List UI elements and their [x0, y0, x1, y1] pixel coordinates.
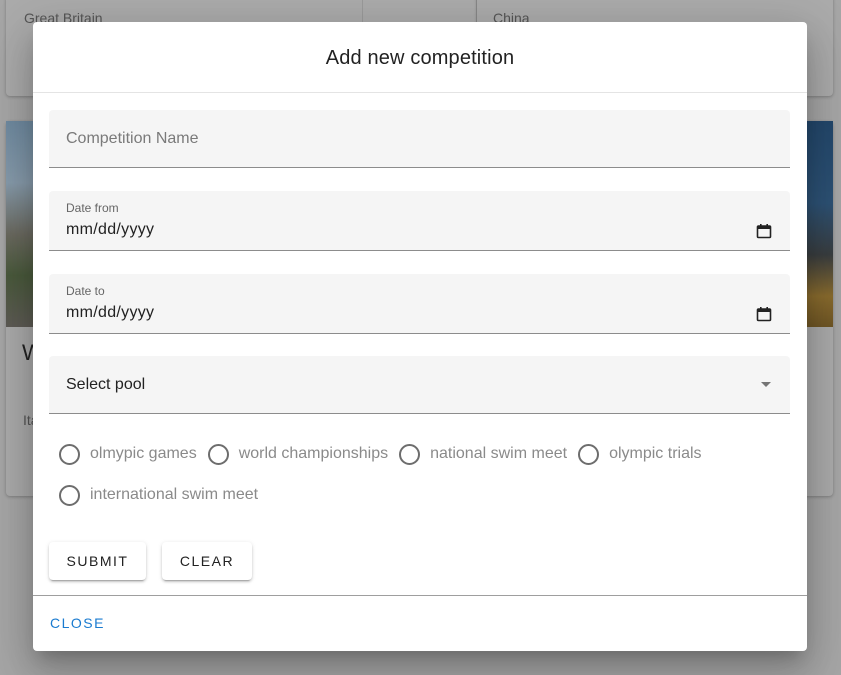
date-from-field[interactable]: Date from mm/dd/yyyy: [49, 191, 790, 251]
date-from-value: mm/dd/yyyy: [66, 221, 155, 238]
competition-name-field[interactable]: Competition Name: [49, 110, 790, 168]
dropdown-arrow-icon: [761, 382, 771, 387]
background-card-image: [805, 121, 833, 327]
pool-select-value: Select pool: [66, 376, 146, 393]
dialog-title: Add new competition: [325, 46, 515, 69]
pool-select[interactable]: Select pool: [49, 356, 790, 414]
dialog-actions: CLOSE: [33, 596, 807, 650]
radio-row: international swim meet: [59, 483, 779, 507]
submit-button[interactable]: SUBMIT: [49, 542, 146, 580]
add-competition-dialog: Add new competition Competition Name Dat…: [33, 22, 807, 651]
dialog-header: Add new competition: [33, 22, 807, 93]
radio-option-international-swim-meet[interactable]: international swim meet: [59, 484, 259, 506]
radio-label: world championships: [238, 445, 389, 462]
radio-circle-icon[interactable]: [578, 443, 600, 465]
radio-label: olympic trials: [609, 445, 702, 462]
radio-label: olmypic games: [90, 445, 197, 462]
radio-circle-icon[interactable]: [59, 443, 80, 465]
radio-circle-icon[interactable]: [207, 443, 229, 465]
clear-button[interactable]: CLEAR: [162, 542, 252, 580]
background-card-image: [6, 121, 36, 327]
radio-label: national swim meet: [430, 445, 568, 462]
radio-row: olmypic games world championships nation…: [59, 442, 779, 466]
close-button[interactable]: CLOSE: [50, 615, 105, 631]
radio-option-world-championships[interactable]: world championships: [207, 443, 389, 465]
radio-option-national-swim-meet[interactable]: national swim meet: [399, 443, 568, 465]
date-to-field[interactable]: Date to mm/dd/yyyy: [49, 274, 790, 334]
date-to-value: mm/dd/yyyy: [66, 304, 155, 321]
radio-label: international swim meet: [90, 486, 259, 503]
date-to-label: Date to: [66, 284, 105, 298]
calendar-icon[interactable]: [756, 306, 772, 322]
radio-option-olympic-trials[interactable]: olympic trials: [578, 443, 702, 465]
radio-option-olympic-games[interactable]: olmypic games: [59, 443, 197, 465]
radio-circle-icon[interactable]: [399, 443, 421, 465]
date-from-label: Date from: [66, 201, 119, 215]
calendar-icon[interactable]: [756, 223, 772, 239]
radio-circle-icon[interactable]: [59, 484, 80, 506]
competition-name-placeholder: Competition Name: [66, 130, 199, 147]
dialog-body: Competition Name Date from mm/dd/yyyy Da…: [33, 93, 807, 596]
competition-type-radio-group: olmypic games world championships nation…: [59, 442, 779, 507]
